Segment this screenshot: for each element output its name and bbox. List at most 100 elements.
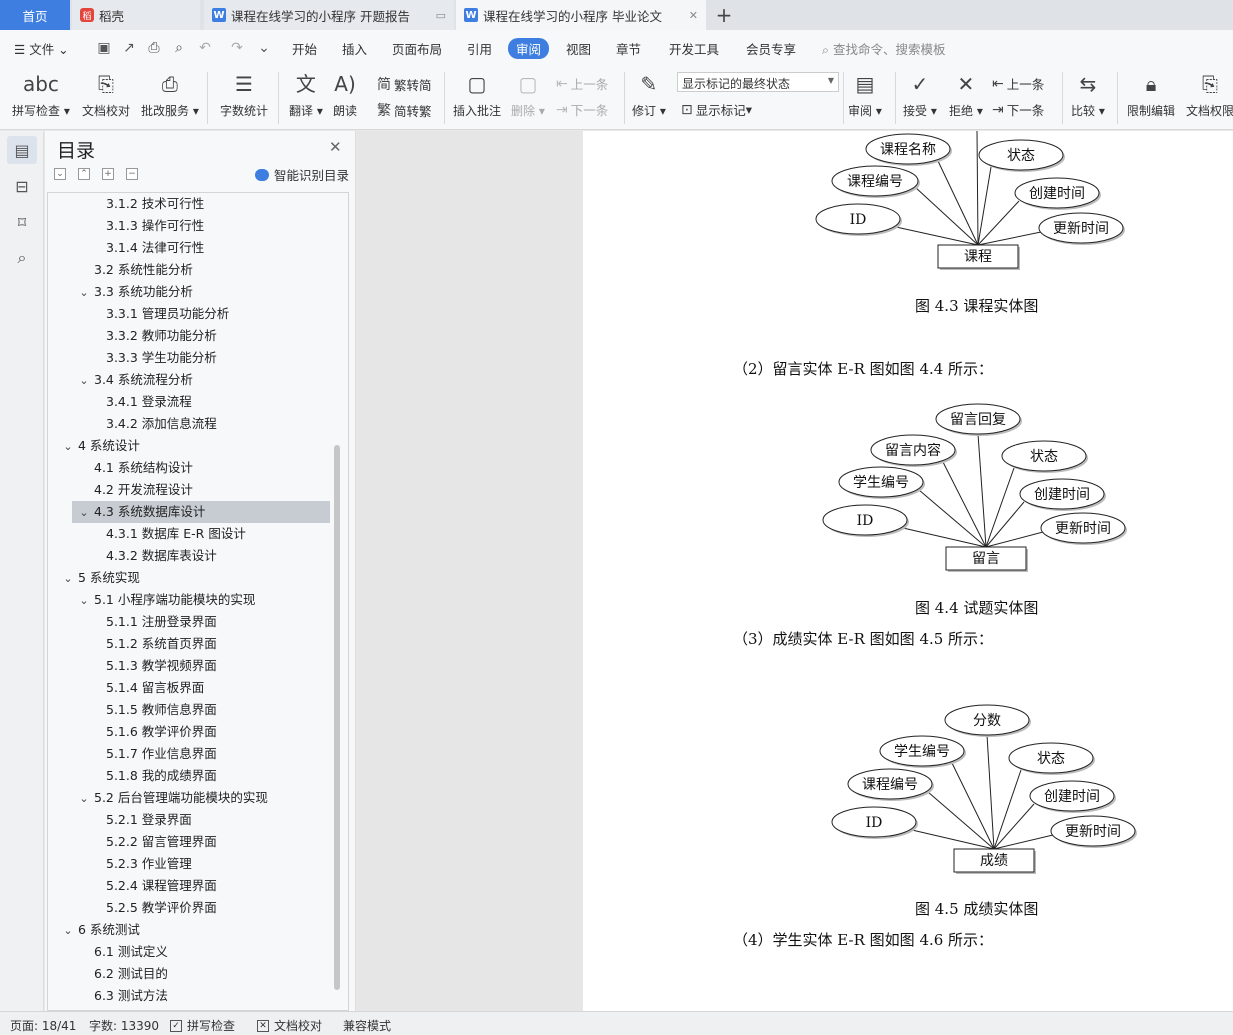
chevron-down-icon[interactable]: ⌄: [62, 920, 74, 942]
toc-item[interactable]: 6.3 测试方法: [48, 985, 328, 1007]
toc-item[interactable]: 3.1.3 操作可行性: [48, 215, 328, 237]
file-menu[interactable]: ☰ 文件 ⌄: [14, 39, 69, 58]
document-page[interactable]: ID 课程编号 课程名称 状态 创建时间 更新时间 课程 图 4.3 课程实体图 （2）留言…: [583, 131, 1233, 1011]
prev-change-button[interactable]: ⇤ 上一条: [992, 74, 1044, 93]
toc-item[interactable]: 4.1 系统结构设计: [48, 457, 328, 479]
undo-icon[interactable]: ↶: [197, 40, 213, 56]
toc-item[interactable]: 5.2.1 登录界面: [48, 809, 328, 831]
toc-item[interactable]: 5.1.5 教师信息界面: [48, 699, 328, 721]
new-tab-plus-icon[interactable]: +: [712, 3, 736, 27]
share-icon[interactable]: ↗: [121, 40, 137, 56]
chapter-nav-icon[interactable]: ⊟: [7, 172, 37, 200]
toc-item[interactable]: 3.3.3 学生功能分析: [48, 347, 328, 369]
redo-icon[interactable]: ↷: [229, 40, 245, 56]
to-simplified-button[interactable]: 繁简转繁: [377, 100, 432, 120]
tab-daoke[interactable]: 稻 稻壳: [72, 0, 200, 30]
proof-service-button[interactable]: ⎙ 批改服务 ▾: [141, 70, 199, 119]
compare-button[interactable]: ⇆ 比较 ▾: [1071, 70, 1105, 119]
prev-comment-button[interactable]: ⇤ 上一条: [556, 74, 608, 93]
toc-item[interactable]: 5.1.2 系统首页界面: [48, 633, 328, 655]
page-indicator[interactable]: 页面: 18/41: [10, 1017, 76, 1034]
command-search[interactable]: ⌕ 查找命令、搜索模板: [822, 39, 946, 58]
menu-start[interactable]: 开始: [292, 39, 317, 58]
remove-heading-icon[interactable]: −: [126, 168, 138, 180]
chevron-down-icon[interactable]: ⌄: [78, 370, 90, 392]
toc-item[interactable]: ⌄ 5.1 小程序端功能模块的实现: [48, 589, 328, 611]
search-icon[interactable]: ⌕: [7, 244, 37, 272]
menu-insert[interactable]: 插入: [342, 39, 367, 58]
chevron-down-icon[interactable]: ⌄: [78, 282, 90, 304]
close-icon[interactable]: ✕: [329, 138, 342, 156]
word-count-indicator[interactable]: 字数: 13390: [89, 1017, 159, 1034]
menu-member[interactable]: 会员专享: [746, 39, 796, 58]
toc-item[interactable]: ⌄ 3.4 系统流程分析: [48, 369, 328, 391]
toc-panel-icon[interactable]: ▤: [7, 136, 37, 164]
menu-dev-tools[interactable]: 开发工具: [669, 39, 719, 58]
menu-chapter[interactable]: 章节: [616, 39, 641, 58]
save-icon[interactable]: ▣: [96, 40, 112, 56]
toc-item[interactable]: 5.2.5 教学评价界面: [48, 897, 328, 919]
spell-check-button[interactable]: abc 拼写检查 ▾: [12, 70, 70, 119]
word-count-button[interactable]: ☰ 字数统计: [220, 70, 268, 119]
translate-button[interactable]: 文翻译 ▾: [289, 70, 323, 119]
doc-check-button[interactable]: ⎘ 文档校对: [82, 70, 130, 119]
print-preview-icon[interactable]: ⌕: [171, 40, 187, 56]
menu-page-layout[interactable]: 页面布局: [392, 39, 442, 58]
toc-item[interactable]: 6.1 测试定义: [48, 941, 328, 963]
quick-access-dropdown-icon[interactable]: ⌄: [256, 40, 272, 56]
toc-item[interactable]: 3.1.2 技术可行性: [48, 193, 328, 215]
chevron-down-icon[interactable]: ⌄: [78, 502, 90, 524]
tab-thesis-doc[interactable]: W 课程在线学习的小程序 毕业论文 ✕: [456, 0, 706, 30]
toc-item[interactable]: 5.1.6 教学评价界面: [48, 721, 328, 743]
toc-item[interactable]: 5.1.8 我的成绩界面: [48, 765, 328, 787]
toc-item[interactable]: ⌄ 4 系统设计: [48, 435, 328, 457]
toc-item[interactable]: 5.1.3 教学视频界面: [48, 655, 328, 677]
toc-item[interactable]: 3.3.2 教师功能分析: [48, 325, 328, 347]
toc-item[interactable]: ⌄ 3.3 系统功能分析: [48, 281, 328, 303]
toc-item[interactable]: ⌄ 5.2 后台管理端功能模块的实现: [48, 787, 328, 809]
accept-button[interactable]: ✓ 接受 ▾: [903, 70, 937, 119]
toc-item[interactable]: 6.2 测试目的: [48, 963, 328, 985]
toc-item[interactable]: 5.2.3 作业管理: [48, 853, 328, 875]
to-traditional-button[interactable]: 简繁转简: [377, 74, 432, 94]
toc-item[interactable]: 5.2.2 留言管理界面: [48, 831, 328, 853]
spell-check-toggle[interactable]: ✓ 拼写检查: [170, 1017, 235, 1034]
reject-button[interactable]: ✕ 拒绝 ▾: [949, 70, 983, 119]
review-pane-button[interactable]: ▤ 审阅 ▾: [848, 70, 882, 119]
doc-check-toggle[interactable]: ✕ 文档校对: [257, 1017, 322, 1034]
delete-comment-button[interactable]: ▢ 删除 ▾: [511, 70, 545, 119]
markup-state-select[interactable]: 显示标记的最终状态 ▼: [677, 72, 839, 92]
menu-reference[interactable]: 引用: [467, 39, 492, 58]
next-comment-button[interactable]: ⇥ 下一条: [556, 100, 608, 119]
toc-item[interactable]: 3.2 系统性能分析: [48, 259, 328, 281]
toc-item[interactable]: 3.3.1 管理员功能分析: [48, 303, 328, 325]
toc-item[interactable]: ⌄ 6 系统测试: [48, 919, 328, 941]
toc-item[interactable]: ⌄ 5 系统实现: [48, 567, 328, 589]
toc-item[interactable]: 3.4.2 添加信息流程: [48, 413, 328, 435]
chevron-down-icon[interactable]: ⌄: [78, 788, 90, 810]
smart-toc-button[interactable]: 智能识别目录: [255, 165, 349, 184]
expand-up-icon[interactable]: ⌃: [78, 168, 90, 180]
toc-item[interactable]: 5.1.4 留言板界面: [48, 677, 328, 699]
toc-item[interactable]: 5.1.1 注册登录界面: [48, 611, 328, 633]
toc-item[interactable]: 5.2.4 课程管理界面: [48, 875, 328, 897]
add-heading-icon[interactable]: +: [102, 168, 114, 180]
chevron-down-icon[interactable]: ⌄: [78, 590, 90, 612]
menu-review[interactable]: 审阅: [508, 38, 550, 59]
read-aloud-button[interactable]: A) 朗读: [333, 70, 357, 119]
chevron-down-icon[interactable]: ⌄: [62, 436, 74, 458]
tab-home[interactable]: 首页: [0, 0, 70, 30]
bookmark-icon[interactable]: ⌑: [7, 208, 37, 236]
toc-item[interactable]: 3.1.4 法律可行性: [48, 237, 328, 259]
toc-item[interactable]: 5.1.7 作业信息界面: [48, 743, 328, 765]
track-changes-button[interactable]: ✎ 修订 ▾: [632, 70, 666, 119]
menu-view[interactable]: 视图: [566, 39, 591, 58]
toc-item[interactable]: 4.3.1 数据库 E-R 图设计: [48, 523, 328, 545]
tab-proposal-doc[interactable]: W 课程在线学习的小程序 开题报告 ▭: [204, 0, 454, 30]
print-icon[interactable]: ⎙: [146, 40, 162, 56]
chevron-down-icon[interactable]: ⌄: [62, 568, 74, 590]
toc-item[interactable]: 4.3.2 数据库表设计: [48, 545, 328, 567]
insert-comment-button[interactable]: ▢ 插入批注: [453, 70, 501, 119]
next-change-button[interactable]: ⇥ 下一条: [992, 100, 1044, 119]
doc-permission-button[interactable]: ⎘ 文档权限: [1186, 70, 1233, 119]
